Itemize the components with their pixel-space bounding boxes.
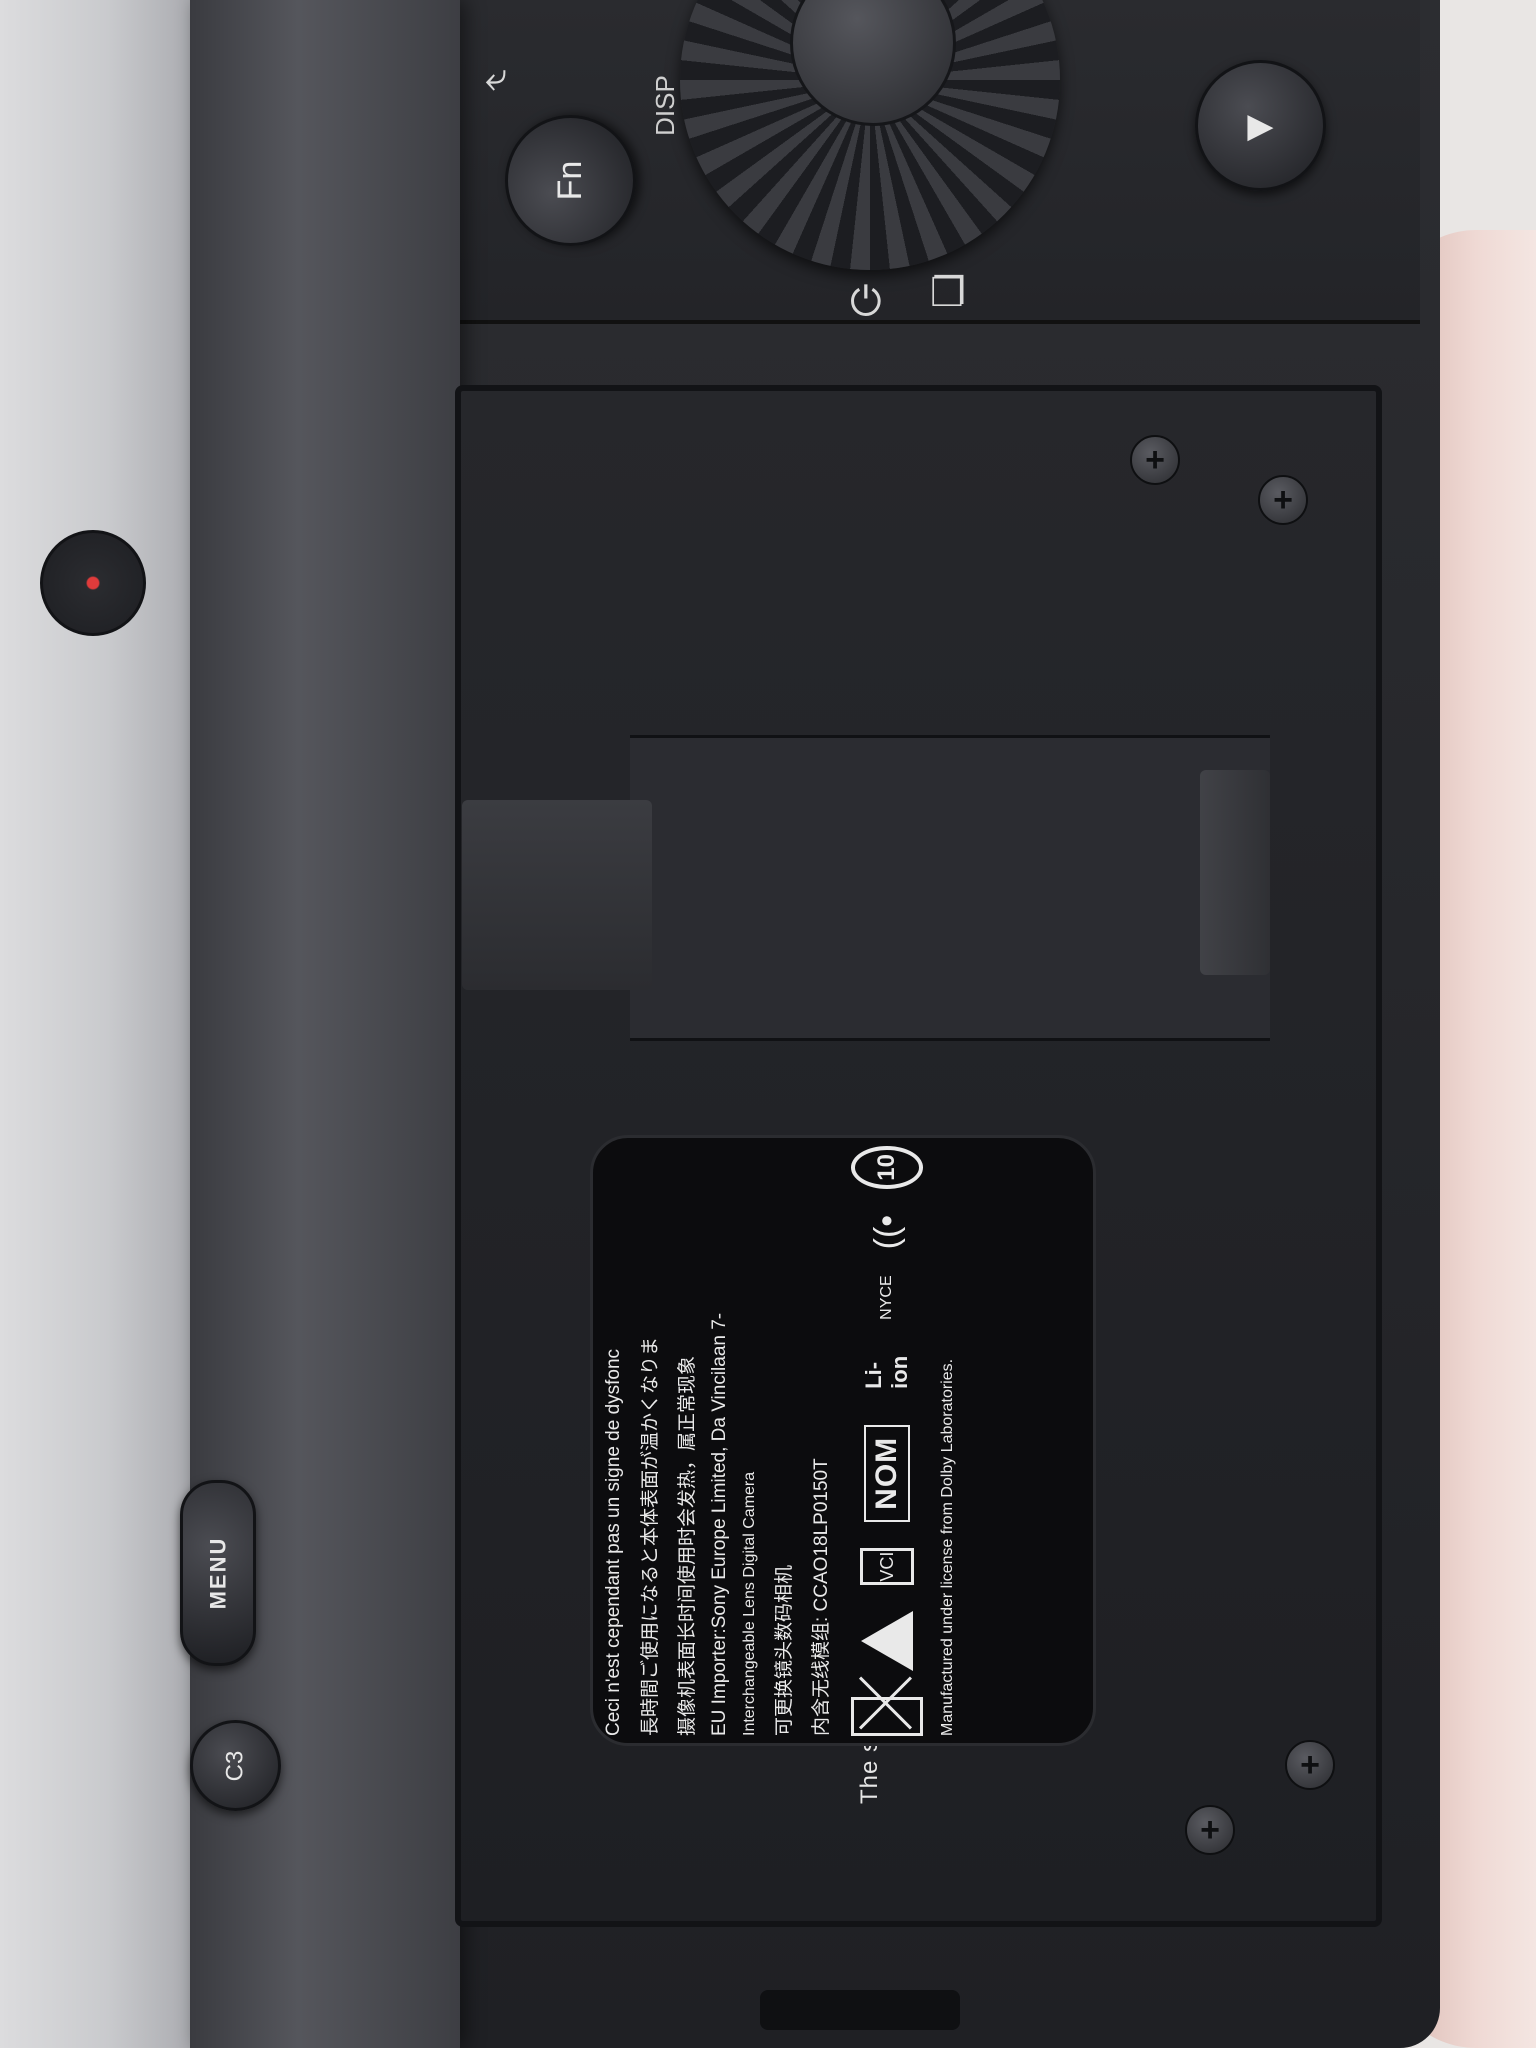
drive-mode-icon: ❐ <box>930 271 966 315</box>
menu-label: MENU <box>205 1536 230 1610</box>
disp-label: DISP <box>649 75 680 136</box>
nom-mark: NOM <box>864 1424 910 1522</box>
label-line: Interchangeable Lens Digital Camera <box>741 1471 758 1736</box>
record-button[interactable] <box>40 530 146 636</box>
label-line: 可更换镜头数码相机 <box>774 1564 795 1736</box>
vci-mark: VCI <box>860 1547 914 1585</box>
screw-icon: + <box>1130 435 1180 485</box>
power-timer-icon: ⏻ <box>850 280 882 324</box>
regulatory-label: Ceci n'est cependant pas un signe de dys… <box>590 1135 1096 1746</box>
rcm-triangle-icon <box>861 1610 913 1671</box>
fn-label: Fn <box>551 160 589 201</box>
label-line: 摄像机表面长时间使用时会发热，属正常现象 <box>677 1355 698 1736</box>
camera-foot <box>760 1990 960 2030</box>
certification-marks: VCI NOM Li-ion NYCE ((• 10 <box>851 1145 923 1736</box>
screw-icon: + <box>1258 475 1308 525</box>
play-icon: ▶ <box>1247 106 1274 145</box>
playback-button[interactable]: ▶ <box>1195 60 1326 191</box>
label-line: EU Importer:Sony Europe Limited, Da Vinc… <box>709 1312 730 1736</box>
photo-scene: Fn DISP ⤶ ⏻ ❐ ▶ MENU C3 + + + + The surf… <box>0 0 1536 2048</box>
nyce-mark: NYCE <box>878 1274 895 1320</box>
label-line: 長時間ご使用になると本体表面が温かくなりま <box>640 1336 661 1736</box>
c3-label: C3 <box>221 1750 249 1781</box>
input-icon: ⤶ <box>485 55 508 99</box>
ribbon-cable-right <box>1200 770 1270 975</box>
ribbon-cable-left <box>462 800 652 990</box>
cmiit-code: CCAO18LP0150T <box>811 1457 832 1611</box>
cn-radio-text: 内含无线模组: <box>811 1616 832 1736</box>
label-content: Ceci n'est cependant pas un signe de dys… <box>603 1145 1083 1736</box>
recycle-10-icon: 10 <box>851 1145 923 1189</box>
liion-mark: Li-ion <box>861 1355 912 1389</box>
weee-bin-icon <box>851 1696 923 1736</box>
menu-button[interactable]: MENU <box>180 1480 256 1666</box>
hinge-plate <box>630 735 1270 1041</box>
screw-icon: + <box>1285 1740 1335 1790</box>
wireless-icon: ((• <box>867 1214 906 1249</box>
fn-button[interactable]: Fn <box>505 115 636 246</box>
screw-icon: + <box>1185 1805 1235 1855</box>
radio-module-label: 内含无线模组: CCAO18LP0150T <box>806 1146 833 1736</box>
dolby-notice: Manufactured under license from Dolby La… <box>939 1358 956 1736</box>
label-line: Ceci n'est cependant pas un signe de dys… <box>603 1348 624 1736</box>
c3-button[interactable]: C3 <box>190 1720 281 1811</box>
